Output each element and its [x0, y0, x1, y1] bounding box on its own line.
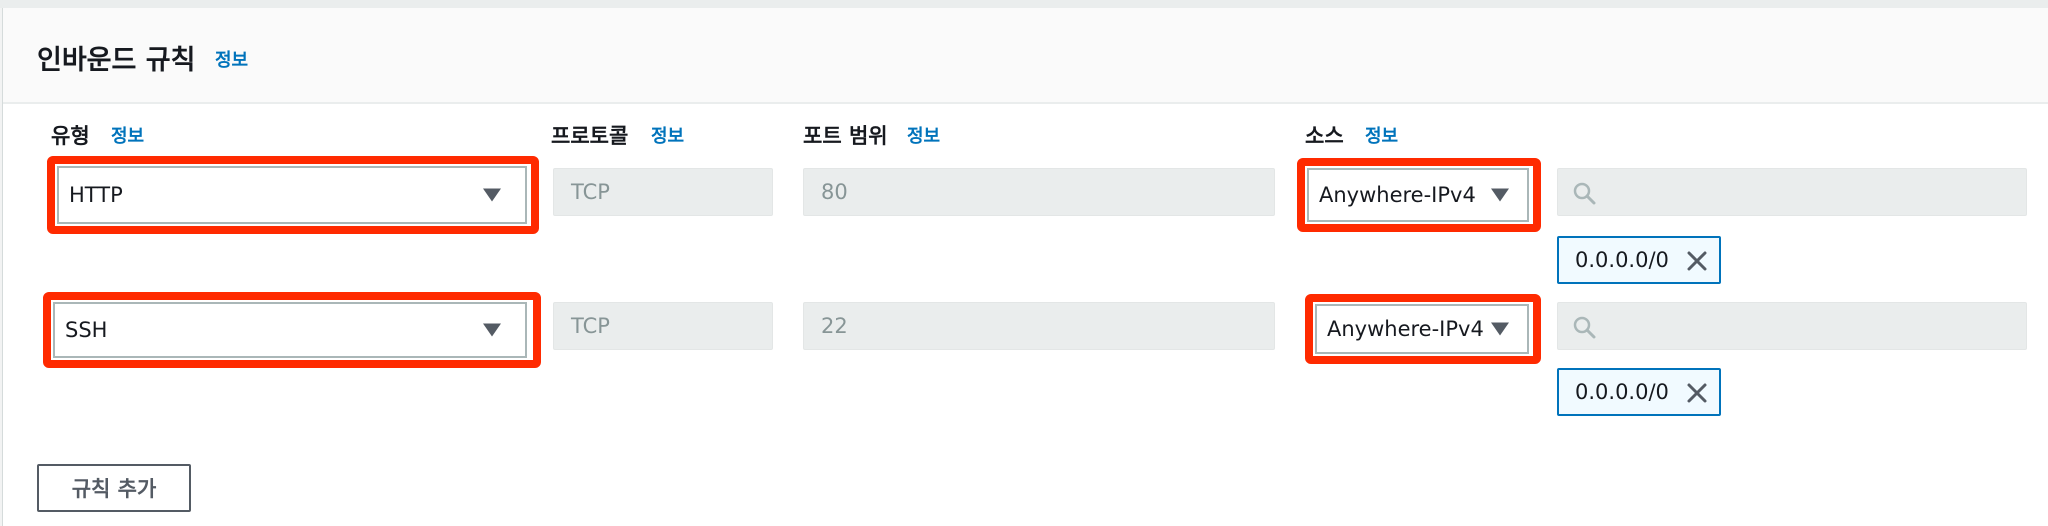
search-icon	[1573, 316, 1596, 339]
cidr-token: 0.0.0.0/0	[1557, 236, 1721, 284]
close-icon[interactable]	[1685, 249, 1709, 273]
protocol-info-link[interactable]: 정보	[651, 122, 684, 148]
search-icon	[1573, 182, 1596, 205]
port-range-field: 80	[803, 168, 1275, 216]
column-label-protocol: 프로토콜	[551, 124, 629, 148]
caret-down-icon	[1491, 322, 1509, 336]
source-info-link[interactable]: 정보	[1365, 122, 1398, 148]
source-select[interactable]: Anywhere-IPv4	[1315, 304, 1529, 354]
panel-header: 인바운드 규칙 정보	[3, 8, 2048, 104]
type-select-value: SSH	[65, 318, 108, 342]
port-range-info-link[interactable]: 정보	[907, 122, 940, 148]
cidr-token: 0.0.0.0/0	[1557, 368, 1721, 416]
cidr-search-field[interactable]	[1557, 168, 2027, 217]
type-select-value: HTTP	[69, 183, 123, 207]
column-label-type: 유형	[51, 124, 90, 148]
cidr-search-field[interactable]	[1557, 302, 2027, 351]
protocol-value: TCP	[571, 314, 610, 338]
column-label-source: 소스	[1305, 124, 1344, 148]
cidr-search-input[interactable]	[1606, 303, 2010, 351]
column-label-port-range: 포트 범위	[803, 124, 888, 148]
port-range-field: 22	[803, 302, 1275, 350]
caret-down-icon	[483, 323, 501, 337]
cidr-token-value: 0.0.0.0/0	[1575, 380, 1669, 404]
port-range-value: 80	[821, 180, 848, 204]
type-select[interactable]: SSH	[53, 302, 527, 358]
close-icon[interactable]	[1685, 381, 1709, 405]
cidr-token-value: 0.0.0.0/0	[1575, 248, 1669, 272]
protocol-field: TCP	[553, 168, 773, 216]
type-info-link[interactable]: 정보	[111, 122, 144, 148]
type-select[interactable]: HTTP	[57, 166, 527, 224]
protocol-value: TCP	[571, 180, 610, 204]
caret-down-icon	[1491, 188, 1509, 202]
inbound-rules-panel: 인바운드 규칙 정보 유형 정보 프로토콜 정보 포트 범위 정보 소스 정보 …	[2, 8, 2048, 526]
source-select-value: Anywhere-IPv4	[1319, 183, 1476, 207]
cidr-search-input[interactable]	[1606, 169, 2010, 217]
section-title: 인바운드 규칙	[37, 45, 196, 76]
add-rule-button[interactable]: 규칙 추가	[37, 464, 191, 512]
port-range-value: 22	[821, 314, 848, 338]
source-select-value: Anywhere-IPv4	[1327, 317, 1484, 341]
protocol-field: TCP	[553, 302, 773, 350]
source-select[interactable]: Anywhere-IPv4	[1307, 168, 1529, 222]
caret-down-icon	[483, 188, 501, 202]
section-info-link[interactable]: 정보	[215, 46, 248, 72]
top-strip	[0, 0, 2048, 8]
